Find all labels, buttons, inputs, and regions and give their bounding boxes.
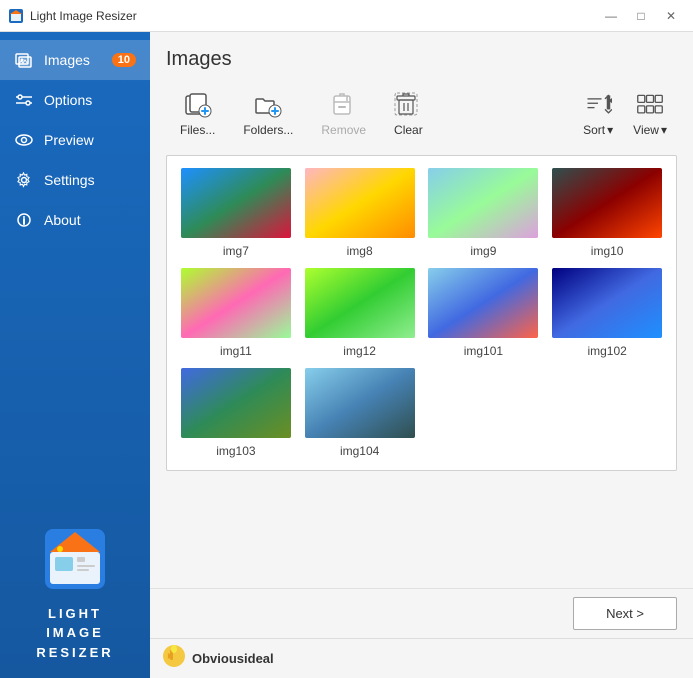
image-name-img104: img104	[340, 444, 379, 458]
sort-dropdown-icon: ▾	[607, 123, 613, 137]
main-layout: Images 10 Options	[0, 32, 693, 678]
image-item-img9[interactable]: img9	[427, 168, 541, 258]
sidebar: Images 10 Options	[0, 32, 150, 678]
clear-icon	[394, 91, 422, 119]
app-logo	[40, 524, 110, 594]
window-title: Light Image Resizer	[30, 9, 597, 23]
settings-label: Settings	[44, 172, 95, 188]
sort-icon	[584, 91, 612, 119]
image-name-img103: img103	[216, 444, 255, 458]
folders-button[interactable]: Folders...	[229, 85, 307, 143]
remove-button[interactable]: Remove	[307, 85, 380, 143]
thumbnail-img104	[305, 368, 415, 438]
sidebar-item-about[interactable]: About	[0, 200, 150, 240]
sidebar-nav: Images 10 Options	[0, 32, 150, 508]
sidebar-item-settings[interactable]: Settings	[0, 160, 150, 200]
image-name-img9: img9	[470, 244, 496, 258]
footer-logo-text: Obviousideal	[192, 651, 274, 666]
preview-label: Preview	[44, 132, 94, 148]
thumbnail-img7	[181, 168, 291, 238]
add-folders-icon	[254, 91, 282, 119]
view-icon	[636, 91, 664, 119]
view-dropdown-icon: ▾	[661, 123, 667, 137]
settings-icon	[14, 170, 34, 190]
sort-button[interactable]: Sort ▾	[573, 85, 623, 143]
page-title: Images	[166, 48, 677, 71]
about-label: About	[44, 212, 81, 228]
image-item-img7[interactable]: img7	[179, 168, 293, 258]
image-name-img7: img7	[223, 244, 249, 258]
images-label: Images	[44, 52, 90, 68]
options-label: Options	[44, 92, 92, 108]
thumbnail-img101	[428, 268, 538, 338]
sidebar-item-preview[interactable]: Preview	[0, 120, 150, 160]
about-icon	[14, 210, 34, 230]
thumbnail-img12	[305, 268, 415, 338]
image-name-img12: img12	[343, 344, 376, 358]
view-button[interactable]: View ▾	[623, 85, 677, 143]
image-item-img101[interactable]: img101	[427, 268, 541, 358]
image-item-img10[interactable]: img10	[550, 168, 664, 258]
sidebar-bottom: LIGHT IMAGE RESIZER	[0, 508, 150, 678]
logo-text: LIGHT IMAGE RESIZER	[36, 604, 113, 663]
image-name-img102: img102	[587, 344, 626, 358]
thumbnail-img102	[552, 268, 662, 338]
app-icon	[8, 8, 24, 24]
close-button[interactable]: ✕	[657, 6, 685, 26]
preview-icon	[14, 130, 34, 150]
image-item-img104[interactable]: img104	[303, 368, 417, 458]
image-item-img103[interactable]: img103	[179, 368, 293, 458]
content-inner: Images Files...	[150, 32, 693, 588]
image-grid-container: img7 img8 img9 img10	[166, 155, 677, 471]
thumbnail-img11	[181, 268, 291, 338]
files-button[interactable]: Files...	[166, 85, 229, 143]
add-files-icon	[184, 91, 212, 119]
remove-icon	[330, 91, 358, 119]
minimize-button[interactable]: —	[597, 6, 625, 26]
image-name-img8: img8	[347, 244, 373, 258]
images-icon	[14, 50, 34, 70]
toolbar-right: Sort ▾	[573, 85, 677, 143]
image-grid: img7 img8 img9 img10	[179, 168, 664, 458]
content-footer: Next >	[150, 588, 693, 638]
thumbnail-img8	[305, 168, 415, 238]
thumbnail-img103	[181, 368, 291, 438]
title-bar: Light Image Resizer — □ ✕	[0, 0, 693, 32]
image-item-img102[interactable]: img102	[550, 268, 664, 358]
toolbar: Files... Folders...	[166, 85, 677, 143]
image-item-img12[interactable]: img12	[303, 268, 417, 358]
image-item-img8[interactable]: img8	[303, 168, 417, 258]
next-button[interactable]: Next >	[573, 597, 677, 630]
content-area: Images Files...	[150, 32, 693, 638]
window-controls: — □ ✕	[597, 6, 685, 26]
image-name-img11: img11	[220, 344, 252, 358]
sidebar-item-images[interactable]: Images 10	[0, 40, 150, 80]
options-icon	[14, 90, 34, 110]
image-item-img11[interactable]: img11	[179, 268, 293, 358]
image-name-img10: img10	[591, 244, 624, 258]
sidebar-item-options[interactable]: Options	[0, 80, 150, 120]
maximize-button[interactable]: □	[627, 6, 655, 26]
image-name-img101: img101	[464, 344, 503, 358]
thumbnail-img9	[428, 168, 538, 238]
footer-logo-icon	[162, 644, 186, 674]
thumbnail-img10	[552, 168, 662, 238]
clear-button[interactable]: Clear	[380, 85, 437, 143]
footer-logo: Obviousideal	[162, 644, 274, 674]
images-badge: 10	[112, 53, 136, 67]
footer-bar: Obviousideal	[150, 638, 693, 678]
